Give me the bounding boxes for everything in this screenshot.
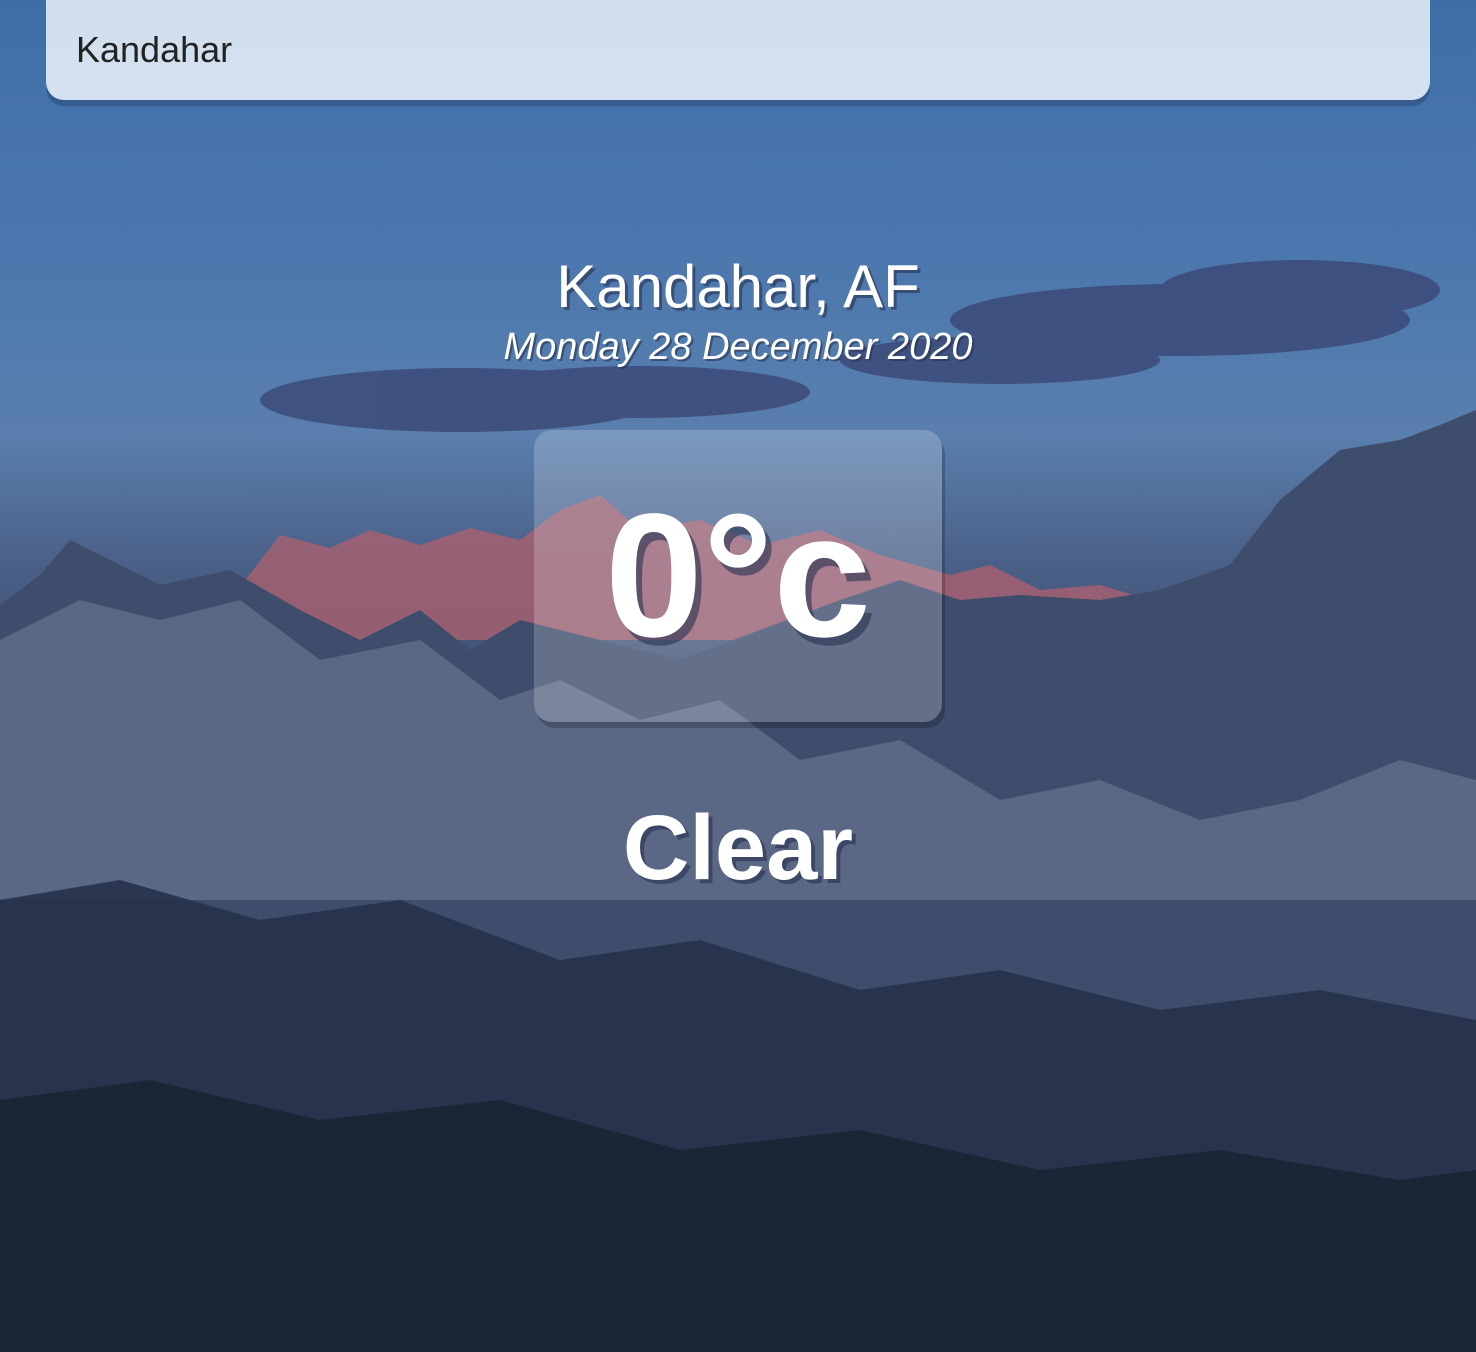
location-title: Kandahar, AF xyxy=(556,253,920,320)
weather-app: Kandahar, AF Monday 28 December 2020 0°c… xyxy=(0,0,1476,1352)
date-label: Monday 28 December 2020 xyxy=(503,326,973,368)
temperature-display: 0°c xyxy=(534,430,942,722)
search-input[interactable] xyxy=(46,0,1430,100)
weather-condition: Clear xyxy=(622,797,854,899)
